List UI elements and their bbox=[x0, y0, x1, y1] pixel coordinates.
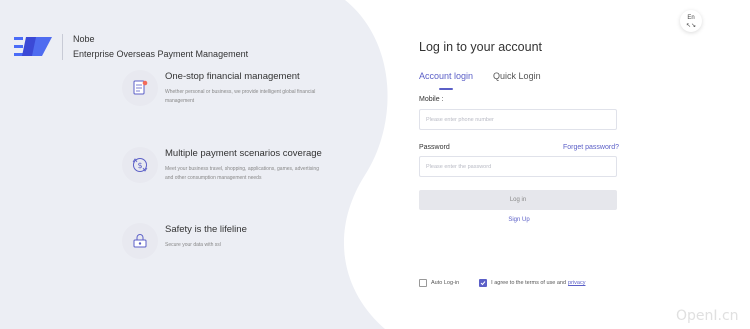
feature-title: Multiple payment scenarios coverage bbox=[165, 148, 322, 159]
login-button[interactable]: Log in bbox=[419, 190, 617, 210]
language-switcher[interactable]: En ↖↘ bbox=[680, 10, 702, 32]
password-label-row: Password Forget password? bbox=[419, 144, 619, 151]
feature-item: Safety is the lifeline Secure your data … bbox=[122, 223, 325, 259]
login-panel: Log in to your account Account login Qui… bbox=[419, 40, 619, 223]
language-label: En bbox=[687, 15, 695, 21]
agree-terms-checkbox[interactable] bbox=[479, 279, 488, 287]
brand-block: Nobe Enterprise Overseas Payment Managem… bbox=[14, 32, 248, 62]
feature-title: One-stop financial management bbox=[165, 71, 300, 82]
feature-item: $ Multiple payment scenarios coverage Me… bbox=[122, 147, 325, 183]
feature-title: Safety is the lifeline bbox=[165, 224, 247, 235]
tab-quick-login[interactable]: Quick Login bbox=[493, 71, 541, 81]
feature-item: One-stop financial management Whether pe… bbox=[122, 70, 325, 106]
mobile-label-row: Mobile : bbox=[419, 96, 619, 103]
shield-lock-icon bbox=[122, 223, 158, 259]
tab-account-login[interactable]: Account login bbox=[419, 71, 473, 90]
password-label: Password bbox=[419, 144, 450, 151]
mobile-label: Mobile : bbox=[419, 96, 444, 103]
mobile-input[interactable]: Please enter phone number bbox=[419, 109, 617, 130]
svg-text:$: $ bbox=[137, 161, 142, 170]
brand-name: Nobe bbox=[73, 34, 95, 44]
check-icon bbox=[480, 281, 486, 286]
agree-terms-label: I agree to the terms of use and bbox=[491, 280, 567, 286]
document-icon bbox=[122, 70, 158, 106]
watermark: OpenI.cn bbox=[676, 308, 739, 324]
sign-up-link[interactable]: Sign Up bbox=[419, 217, 619, 223]
logo-icon bbox=[14, 37, 52, 56]
password-input[interactable]: Please enter the password bbox=[419, 156, 617, 177]
login-title: Log in to your account bbox=[419, 40, 542, 54]
auto-login-label: Auto Log-in bbox=[431, 280, 460, 286]
feature-desc: Meet your business travel, shopping, app… bbox=[165, 166, 319, 181]
language-swap-icon: ↖↘ bbox=[685, 23, 697, 29]
feature-desc: Whether personal or business, we provide… bbox=[165, 89, 316, 104]
login-tabs: Account login Quick Login bbox=[419, 71, 619, 90]
payment-exchange-icon: $ bbox=[122, 147, 158, 183]
forget-password-link[interactable]: Forget password? bbox=[563, 144, 619, 151]
brand-divider bbox=[62, 34, 63, 60]
brand-subtitle: Enterprise Overseas Payment Management bbox=[73, 49, 249, 59]
login-options: Auto Log-in I agree to the terms of use … bbox=[419, 279, 619, 287]
feature-desc: Secure your data with ssl bbox=[165, 242, 221, 248]
privacy-link[interactable]: privacy bbox=[568, 280, 585, 286]
auto-login-checkbox[interactable] bbox=[419, 279, 427, 287]
